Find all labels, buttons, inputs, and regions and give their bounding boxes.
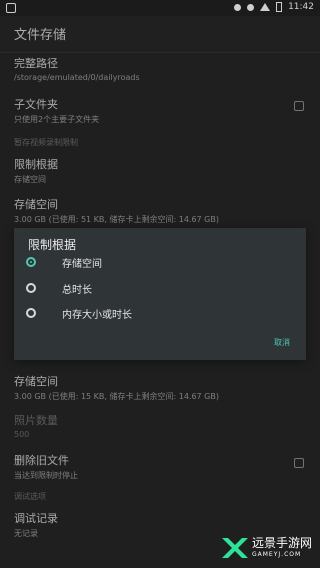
option-label: 存储空间 [62,258,102,270]
signal-icon [260,3,271,11]
dialog-title: 限制根据 [28,238,77,252]
watermark-text: 远景手游网 [252,536,313,550]
radio-icon[interactable] [26,308,36,318]
logo-icon [222,538,248,558]
radio-selected-icon[interactable] [26,257,36,267]
wifi-icon [247,3,255,11]
status-time: 11:42 [288,2,314,12]
cancel-button[interactable]: 取消 [274,337,290,348]
option-total-duration[interactable]: 总时长 [26,279,92,297]
option-storage-space[interactable]: 存储空间 [26,253,102,271]
option-label: 内存大小或时长 [62,309,132,321]
notification-icon [6,3,16,13]
option-label: 总时长 [62,284,92,296]
option-size-or-duration[interactable]: 内存大小或时长 [26,304,132,322]
status-bar: 11:42 [0,0,320,16]
status-icons: 11:42 [234,2,314,12]
watermark: 远景手游网 GAMEYJ.COM [220,534,314,562]
location-icon [234,3,242,11]
radio-icon[interactable] [26,283,36,293]
limit-basis-dialog: 限制根据 存储空间 总时长 内存大小或时长 取消 [14,228,306,360]
battery-icon [276,2,283,12]
watermark-subtext: GAMEYJ.COM [252,551,302,558]
